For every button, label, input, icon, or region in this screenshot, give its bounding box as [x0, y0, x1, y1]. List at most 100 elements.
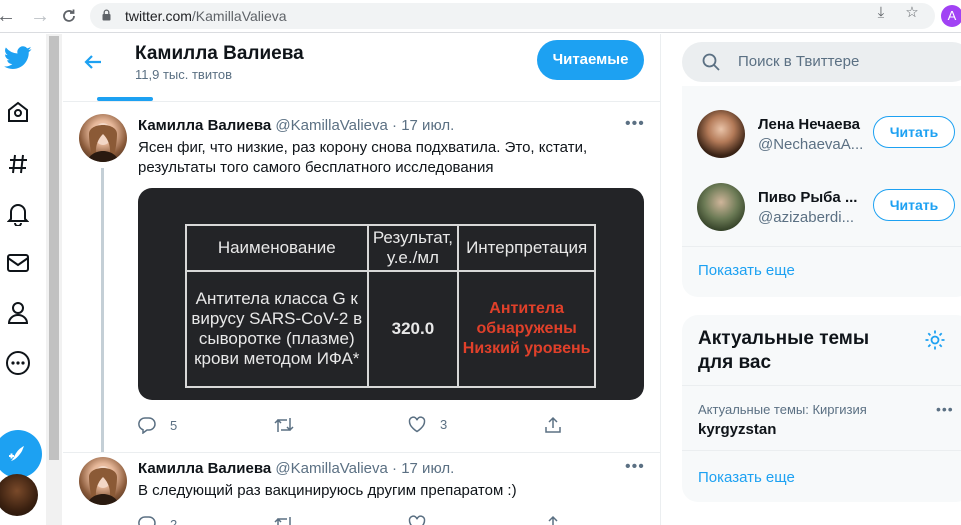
show-more-link[interactable]: Показать еще	[698, 469, 795, 486]
browser-toolbar: ← → twitter.com/KamillaValieva ⤓ ☆ A	[0, 0, 961, 33]
account-avatar[interactable]	[0, 474, 38, 516]
reload-icon[interactable]	[57, 4, 81, 28]
search-input[interactable]: Поиск в Твиттере	[682, 42, 961, 82]
trend-name: kyrgyzstan	[698, 421, 777, 438]
more-icon[interactable]	[4, 349, 32, 377]
user-handle[interactable]: @azizaberdi...	[758, 209, 854, 226]
tweet-date[interactable]: · 17 июл.	[392, 117, 454, 134]
user-avatar[interactable]	[697, 183, 745, 231]
browser-profile-avatar[interactable]: A	[941, 5, 961, 27]
hashtag-icon[interactable]	[4, 150, 32, 178]
reply-icon	[138, 417, 156, 434]
card-divider	[682, 246, 961, 247]
tweet[interactable]: Камилла Валиева @KamillaValieva · 17 июл…	[63, 453, 661, 525]
tweet-date[interactable]: · 17 июл.	[392, 460, 454, 477]
address-bar[interactable]: twitter.com/KamillaValieva	[90, 3, 935, 29]
like-icon	[408, 515, 426, 525]
lab-col3-header: Интерпретация	[457, 224, 596, 272]
forward-nav-icon[interactable]: →	[28, 4, 52, 28]
suggested-user[interactable]: Пиво Рыба ... @azizaberdi... Читать	[682, 175, 961, 239]
share-action[interactable]	[544, 515, 562, 525]
left-nav	[0, 34, 46, 525]
back-arrow-icon[interactable]	[81, 50, 105, 74]
trend-item[interactable]: Актуальные темы: Киргизия kyrgyzstan •••	[682, 386, 961, 444]
page-scrollbar[interactable]	[46, 34, 62, 525]
like-action[interactable]: 3	[408, 416, 447, 433]
search-placeholder: Поиск в Твиттере	[738, 53, 860, 70]
retweet-icon	[274, 517, 291, 525]
reply-action[interactable]: 2	[138, 515, 177, 525]
tweet-text: В следующий раз вакцинируюсь другим преп…	[138, 482, 517, 499]
lock-icon	[102, 9, 111, 21]
more-options-icon[interactable]: •••	[625, 458, 645, 476]
tweet-actions: 5 3	[138, 416, 568, 436]
profile-icon[interactable]	[4, 299, 32, 327]
tweet-avatar[interactable]	[79, 114, 127, 162]
following-button[interactable]: Читаемые	[537, 40, 644, 80]
trends-card: Актуальные темы для вас Актуальные темы:…	[682, 315, 961, 502]
tweet-author-name[interactable]: Камилла Валиева	[138, 460, 271, 477]
tweet-text: Ясен фиг, что низкие, раз корону снова п…	[138, 139, 588, 176]
thread-line	[101, 168, 104, 452]
follow-button[interactable]: Читать	[873, 189, 955, 221]
retweet-icon	[274, 418, 294, 432]
user-handle[interactable]: @NechaevaA...	[758, 136, 863, 153]
url-text: twitter.com/KamillaValieva	[125, 8, 287, 24]
tweet-image[interactable]: Наименование Результат, у.е./мл Интерпре…	[138, 188, 644, 400]
tweet-avatar[interactable]	[79, 457, 127, 505]
follow-button[interactable]: Читать	[873, 116, 955, 148]
lab-col3-value: Антитела обнаружены Низкий уровень	[457, 270, 596, 388]
install-icon[interactable]: ⤓	[872, 4, 890, 22]
trends-title: Актуальные темы для вас	[698, 328, 870, 373]
lab-col1-value: Антитела класса G к вирусу SARS-CoV-2 в …	[185, 270, 369, 388]
user-name[interactable]: Пиво Рыба ...	[758, 189, 857, 206]
profile-header: Камилла Валиева 11,9 тыс. твитов Читаемы…	[63, 34, 661, 100]
show-more-link[interactable]: Показать еще	[698, 262, 795, 279]
tweet-header: Камилла Валиева @KamillaValieva · 17 июл…	[138, 117, 454, 134]
tweet-header: Камилла Валиева @KamillaValieva · 17 июл…	[138, 460, 454, 477]
reply-action[interactable]: 5	[138, 416, 177, 434]
notifications-icon[interactable]	[4, 200, 32, 228]
reply-count: 5	[170, 417, 178, 433]
back-nav-icon[interactable]: ←	[0, 4, 18, 28]
twitter-logo-icon[interactable]	[4, 44, 32, 72]
settings-gear-icon[interactable]	[924, 329, 946, 351]
right-sidebar: Поиск в Твиттере Лена Нечаева @NechaevaA…	[680, 34, 961, 525]
search-icon	[702, 53, 720, 71]
bookmark-star-icon[interactable]: ☆	[903, 4, 921, 22]
lab-col1-header: Наименование	[185, 224, 369, 272]
like-action[interactable]	[408, 515, 426, 525]
user-name[interactable]: Лена Нечаева	[758, 116, 860, 133]
like-count: 3	[440, 417, 448, 432]
tweet-author-handle[interactable]: @KamillaValieva	[275, 460, 388, 477]
tweet-count: 11,9 тыс. твитов	[135, 67, 233, 82]
retweet-action[interactable]	[274, 515, 294, 525]
compose-tweet-icon	[9, 446, 24, 461]
reply-icon	[138, 516, 156, 525]
scrollbar-thumb[interactable]	[49, 36, 59, 460]
tweet-actions: 2	[138, 515, 568, 525]
card-divider	[682, 450, 961, 451]
trend-context: Актуальные темы: Киргизия	[698, 402, 867, 417]
profile-name: Камилла Валиева	[135, 43, 304, 64]
url-path: /KamillaValieva	[191, 8, 287, 24]
tweet-author-name[interactable]: Камилла Валиева	[138, 117, 271, 134]
user-avatar[interactable]	[697, 110, 745, 158]
tweet[interactable]: Камилла Валиева @KamillaValieva · 17 июл…	[63, 102, 661, 452]
trend-more-icon[interactable]: •••	[936, 401, 954, 417]
explore-icon[interactable]	[4, 98, 32, 126]
tweet-author-handle[interactable]: @KamillaValieva	[275, 117, 388, 134]
share-icon	[545, 416, 561, 433]
reply-count: 2	[170, 516, 178, 525]
who-to-follow-card: Лена Нечаева @NechaevaA... Читать Пиво Р…	[682, 86, 961, 297]
suggested-user[interactable]: Лена Нечаева @NechaevaA... Читать	[682, 102, 961, 166]
compose-tweet-button[interactable]	[0, 430, 42, 478]
share-icon	[548, 515, 558, 525]
messages-icon[interactable]	[4, 249, 32, 277]
share-action[interactable]	[544, 416, 562, 434]
more-options-icon[interactable]: •••	[625, 115, 645, 133]
lab-result-table: Наименование Результат, у.е./мл Интерпре…	[185, 224, 596, 388]
main-timeline: Камилла Валиева 11,9 тыс. твитов Читаемы…	[63, 34, 661, 525]
retweet-action[interactable]	[274, 416, 308, 434]
lab-col2-header: Результат, у.е./мл	[366, 224, 460, 272]
